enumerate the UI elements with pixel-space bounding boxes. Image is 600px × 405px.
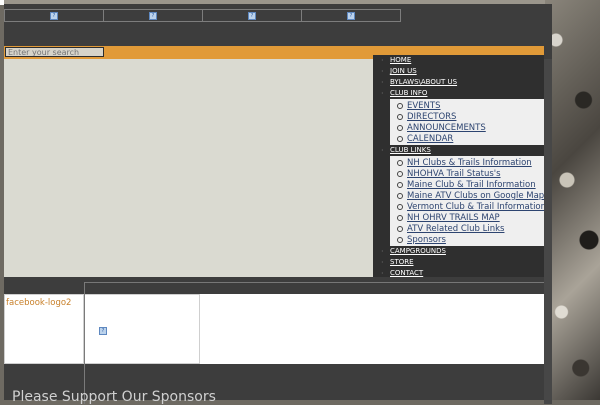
- background-rock-image: [545, 0, 600, 400]
- submenu-link-sponsors[interactable]: Sponsors: [407, 235, 446, 245]
- submenu-club-info: EVENTS DIRECTORS ANNOUNCEMENTS CALENDAR: [390, 99, 544, 145]
- submenu-item[interactable]: Maine ATV Clubs on Google Maps: [397, 190, 549, 201]
- top-nav-tab-2[interactable]: ?: [103, 9, 203, 22]
- menu-item-bylaws[interactable]: BYLAWS\ABOUT US: [373, 77, 544, 88]
- menu-item-campgrounds[interactable]: CAMPGROUNDS: [373, 246, 544, 257]
- submenu-item[interactable]: NH Clubs & Trails Information: [397, 157, 544, 168]
- submenu-link-calendar[interactable]: CALENDAR: [407, 134, 453, 144]
- menu-link-bylaws[interactable]: BYLAWS\ABOUT US: [373, 77, 544, 88]
- menu-link-store[interactable]: STORE: [373, 257, 544, 268]
- top-nav: ? ? ? ?: [4, 9, 401, 22]
- submenu-club-links: NH Clubs & Trails Information NHOHVA Tra…: [390, 156, 549, 246]
- top-nav-tab-1[interactable]: ?: [4, 9, 104, 22]
- top-nav-tab-3[interactable]: ?: [202, 9, 302, 22]
- submenu-link-nh-ohrv-map[interactable]: NH OHRV TRAILS MAP: [407, 213, 500, 223]
- sponsors-heading: Please Support Our Sponsors: [12, 389, 216, 405]
- broken-image-icon: ?: [149, 11, 157, 20]
- submenu-link-announcements[interactable]: ANNOUNCEMENTS: [407, 123, 486, 133]
- submenu-item[interactable]: Sponsors: [397, 234, 544, 245]
- submenu-link-maine-maps[interactable]: Maine ATV Clubs on Google Maps: [407, 191, 549, 201]
- menu-item-contact[interactable]: CONTACT: [373, 268, 544, 279]
- broken-image-icon: ?: [99, 327, 107, 335]
- facebook-widget-box[interactable]: ?: [84, 294, 200, 364]
- submenu-item[interactable]: Maine Club & Trail Information: [397, 179, 544, 190]
- submenu-item[interactable]: NH OHRV TRAILS MAP: [397, 212, 544, 223]
- submenu-item[interactable]: NHOHVA Trail Status's: [397, 168, 544, 179]
- facebook-logo-alt-text: facebook-logo2: [6, 298, 72, 308]
- menu-item-join[interactable]: JOIN US: [373, 66, 544, 77]
- menu-item-store[interactable]: STORE: [373, 257, 544, 268]
- menu-link-contact[interactable]: CONTACT: [373, 268, 544, 279]
- column-divider: [84, 282, 85, 404]
- broken-image-icon: ?: [347, 11, 355, 20]
- submenu-item[interactable]: CALENDAR: [397, 133, 544, 144]
- submenu-item[interactable]: Vermont Club & Trail Information: [397, 201, 546, 212]
- menu-link-club-links[interactable]: CLUB LINKS: [373, 145, 544, 156]
- submenu-link-maine-club[interactable]: Maine Club & Trail Information: [407, 180, 536, 190]
- submenu-item[interactable]: DIRECTORS: [397, 111, 544, 122]
- menu-item-club-info[interactable]: CLUB INFO EVENTS DIRECTORS ANNOUNCEMENTS…: [373, 88, 544, 145]
- main-menu: HOME JOIN US BYLAWS\ABOUT US CLUB INFO E…: [373, 55, 549, 279]
- submenu-item[interactable]: ATV Related Club Links: [397, 223, 544, 234]
- submenu-link-nh-clubs[interactable]: NH Clubs & Trails Information: [407, 158, 532, 168]
- submenu-item[interactable]: EVENTS: [397, 100, 544, 111]
- right-edge-strip: [544, 59, 552, 404]
- menu-item-club-links[interactable]: CLUB LINKS NH Clubs & Trails Information…: [373, 145, 549, 246]
- menu-link-home[interactable]: HOME: [373, 55, 544, 66]
- menu-link-club-info[interactable]: CLUB INFO: [373, 88, 544, 99]
- submenu-link-vermont[interactable]: Vermont Club & Trail Information: [407, 202, 546, 212]
- page-wrapper: ? ? ? ? HOME JOIN US BYLAWS\ABOUT US CLU…: [4, 4, 552, 405]
- broken-image-icon: ?: [50, 11, 58, 20]
- section-divider: [84, 282, 544, 283]
- submenu-link-nhohva-status[interactable]: NHOHVA Trail Status's: [407, 169, 501, 179]
- submenu-link-directors[interactable]: DIRECTORS: [407, 112, 456, 122]
- menu-link-join[interactable]: JOIN US: [373, 66, 544, 77]
- submenu-link-atv-links[interactable]: ATV Related Club Links: [407, 224, 504, 234]
- menu-link-campgrounds[interactable]: CAMPGROUNDS: [373, 246, 544, 257]
- top-nav-tab-4[interactable]: ?: [301, 9, 401, 22]
- submenu-link-events[interactable]: EVENTS: [407, 101, 441, 111]
- broken-image-icon: ?: [248, 11, 256, 20]
- search-input[interactable]: [5, 47, 104, 57]
- facebook-logo-box[interactable]: facebook-logo2: [4, 294, 84, 364]
- submenu-item[interactable]: ANNOUNCEMENTS: [397, 122, 544, 133]
- menu-item-home[interactable]: HOME: [373, 55, 544, 66]
